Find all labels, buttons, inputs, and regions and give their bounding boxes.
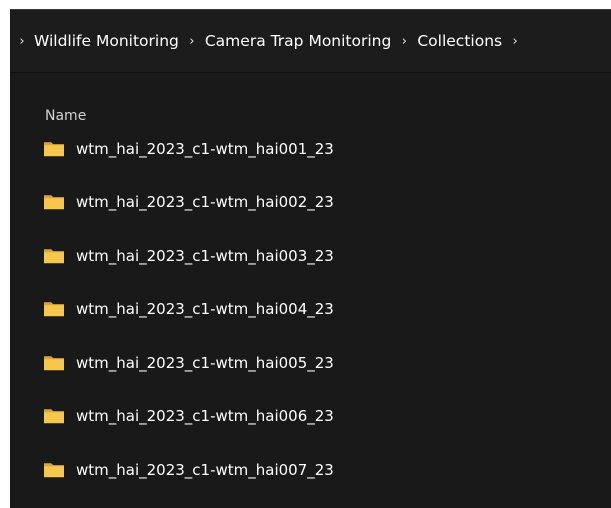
file-explorer-window: › Wildlife Monitoring › Camera Trap Moni… <box>10 9 611 508</box>
breadcrumb-item-camera-trap-monitoring[interactable]: Camera Trap Monitoring <box>203 32 393 50</box>
folder-name: wtm_hai_2023_c1-wtm_hai007_23 <box>76 461 334 479</box>
folder-name: wtm_hai_2023_c1-wtm_hai006_23 <box>76 407 334 425</box>
folder-icon <box>44 142 64 157</box>
file-row[interactable]: wtm_hai_2023_c1-wtm_hai007_23 <box>10 453 611 487</box>
file-row[interactable]: wtm_hai_2023_c1-wtm_hai003_23 <box>10 239 611 273</box>
folder-name: wtm_hai_2023_c1-wtm_hai005_23 <box>76 354 334 372</box>
file-row[interactable]: wtm_hai_2023_c1-wtm_hai002_23 <box>10 185 611 219</box>
folder-icon <box>44 356 64 371</box>
breadcrumb-separator-icon[interactable]: › <box>393 35 415 48</box>
folder-icon <box>44 302 64 317</box>
folder-icon <box>44 249 64 264</box>
folder-name: wtm_hai_2023_c1-wtm_hai004_23 <box>76 300 334 318</box>
file-list: Name wtm_hai_2023_c1-wtm_hai001_23 wtm_h… <box>10 73 611 508</box>
file-row[interactable]: wtm_hai_2023_c1-wtm_hai004_23 <box>10 292 611 326</box>
file-row[interactable]: wtm_hai_2023_c1-wtm_hai006_23 <box>10 399 611 433</box>
screenshot-canvas: › Wildlife Monitoring › Camera Trap Moni… <box>0 0 611 508</box>
folder-icon <box>44 195 64 210</box>
breadcrumb[interactable]: › Wildlife Monitoring › Camera Trap Moni… <box>10 9 611 73</box>
file-row[interactable]: wtm_hai_2023_c1-wtm_hai005_23 <box>10 346 611 380</box>
name-column-header[interactable]: Name <box>45 107 86 125</box>
folder-icon <box>44 409 64 424</box>
file-row[interactable]: wtm_hai_2023_c1-wtm_hai001_23 <box>10 132 611 166</box>
breadcrumb-item-collections[interactable]: Collections <box>415 32 504 50</box>
breadcrumb-item-wildlife-monitoring[interactable]: Wildlife Monitoring <box>32 32 181 50</box>
breadcrumb-separator-icon[interactable]: › <box>12 35 32 48</box>
folder-name: wtm_hai_2023_c1-wtm_hai001_23 <box>76 140 334 158</box>
breadcrumb-separator-icon[interactable]: › <box>181 35 203 48</box>
folder-name: wtm_hai_2023_c1-wtm_hai003_23 <box>76 247 334 265</box>
folder-icon <box>44 463 64 478</box>
breadcrumb-separator-icon[interactable]: › <box>504 35 526 48</box>
folder-name: wtm_hai_2023_c1-wtm_hai002_23 <box>76 193 334 211</box>
